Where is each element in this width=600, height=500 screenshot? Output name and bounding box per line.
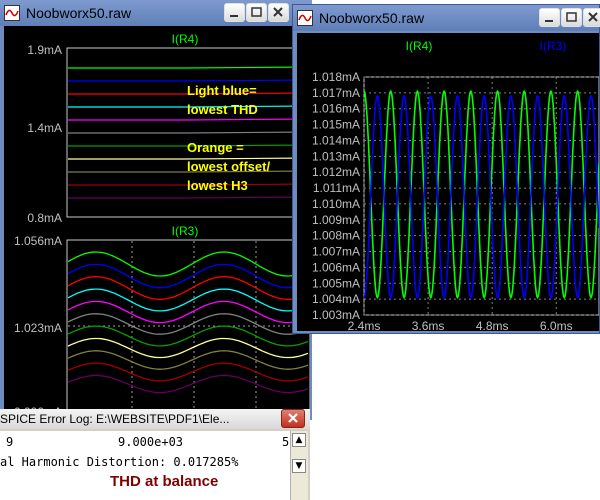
top-pane-trace [68, 196, 310, 199]
bottom-pane-trace [67, 325, 309, 347]
y-tick-label: 1.017mA [312, 86, 360, 100]
error-log-title: SPICE Error Log: E:\WEBSITE\PDF1\Ele... [0, 412, 230, 426]
error-log-close-button[interactable] [281, 409, 305, 428]
y-tick-label: 1.004mA [312, 292, 360, 306]
y-tick-label: 1.009mA [312, 213, 360, 227]
log-line1-col3: 5 [282, 435, 290, 449]
annotation-line-1: Light blue= [187, 83, 257, 98]
top-y-tick-3: 0.8mA [27, 211, 62, 225]
x-tick-label: 3.6ms [412, 319, 445, 331]
bottom-pane-trace [67, 263, 309, 289]
window2-maximize-button[interactable] [561, 8, 582, 27]
bottom-pane-trace [67, 276, 309, 300]
window2-close-button[interactable] [583, 8, 600, 27]
window1-title: Noobworx50.raw [26, 5, 132, 21]
y-tick-label: 1.010mA [312, 197, 360, 211]
window2-plot-area[interactable]: 1.018mA 1.017mA 1.016mA 1.015mA 1.014mA 1.013… [297, 33, 599, 331]
legend-label: I(R4) [406, 39, 433, 53]
y-tick-label: 1.011mA [313, 181, 360, 195]
y-tick-label: 1.012mA [312, 165, 360, 179]
top-pane-trace [68, 66, 310, 69]
log-line1-col2: 9.000e+03 [118, 435, 184, 449]
top-pane-trace [68, 131, 310, 134]
x-tick-label: 6.0ms [540, 319, 573, 331]
ltspice-waveform-icon [297, 10, 313, 26]
window1-maximize-button[interactable] [246, 3, 267, 22]
y-tick-label: 1.018mA [312, 70, 360, 84]
log-line1-col1: 9 [6, 435, 14, 449]
y-tick-label: 1.006mA [312, 260, 360, 274]
y-tick-label: 1.008mA [312, 229, 360, 243]
y-tick-label: 1.014mA [312, 133, 360, 147]
y-tick-label: 1.013mA [312, 149, 360, 163]
top-y-tick-2: 1.4mA [27, 121, 62, 135]
top-pane-trace [68, 79, 310, 82]
annotation-line-2: lowest THD [187, 102, 258, 117]
window1-close-button[interactable] [268, 3, 289, 22]
bottom-pane-trace [67, 288, 309, 312]
error-log-scrollbar[interactable]: ▲ ▼ [290, 431, 308, 500]
y-tick-label: 1.016mA [312, 102, 360, 116]
bottom-pane-grid [68, 241, 310, 416]
bottom-pane-trace [67, 313, 309, 335]
top-pane-trace [68, 118, 310, 121]
error-log-titlebar[interactable]: SPICE Error Log: E:\WEBSITE\PDF1\Ele... [0, 409, 310, 429]
y-tick-label: 1.005mA [312, 276, 360, 290]
window2-title: Noobworx50.raw [319, 10, 425, 26]
bottom-pane-trace [67, 251, 309, 277]
error-log-text-area[interactable]: 9 9.000e+03 5 al Harmonic Distortion: 0.… [0, 431, 290, 500]
waveform-window-2[interactable]: Noobworx50.raw 1.018mA 1.017mA 1.016mA 1.01… [292, 4, 600, 334]
x-tick-label: 2.4ms [348, 319, 381, 331]
window2-minimize-button[interactable] [539, 8, 560, 27]
legend-label: I(R3) [540, 39, 567, 53]
bottom-y-tick-1: 1.056mA [14, 234, 62, 248]
y-tick-label: 1.015mA [312, 118, 360, 132]
top-pane-trace-label: I(R4) [172, 32, 199, 46]
bottom-pane-trace [67, 337, 309, 359]
window1-plot-area[interactable]: I(R4) 1.9mA 1.4mA 0.8mA Light blue= lowe… [4, 26, 310, 416]
log-line2: al Harmonic Distortion: 0.017285% [0, 455, 239, 469]
waveform-window-1[interactable]: Noobworx50.raw I(R4) 1.9mA 1.4mA 0.8mA L… [0, 0, 312, 420]
bottom-pane-trace [67, 300, 309, 324]
caption-thd-at-balance: THD at balance [110, 473, 219, 490]
bottom-pane-trace [67, 350, 309, 370]
bottom-pane-trace-label: I(R3) [172, 224, 199, 238]
spice-error-log-window[interactable]: SPICE Error Log: E:\WEBSITE\PDF1\Ele... … [0, 409, 310, 500]
x-tick-label: 4.8ms [476, 319, 509, 331]
top-y-tick-1: 1.9mA [27, 43, 62, 57]
window1-minimize-button[interactable] [224, 3, 245, 22]
ltspice-waveform-icon [4, 5, 20, 21]
annotation-line-4: lowest offset/ [187, 159, 270, 174]
annotation-line-3: Orange = [187, 140, 244, 155]
annotation-text: Light blue= lowest THD Orange = lowest o… [187, 83, 270, 193]
scroll-up-arrow-icon[interactable]: ▲ [292, 433, 306, 447]
y-tick-label: 1.007mA [312, 245, 360, 259]
scroll-down-arrow-icon[interactable]: ▼ [292, 459, 306, 473]
bottom-y-tick-2: 1.023mA [14, 321, 62, 335]
bottom-pane-traces [67, 251, 309, 394]
annotation-line-5: lowest H3 [187, 178, 248, 193]
